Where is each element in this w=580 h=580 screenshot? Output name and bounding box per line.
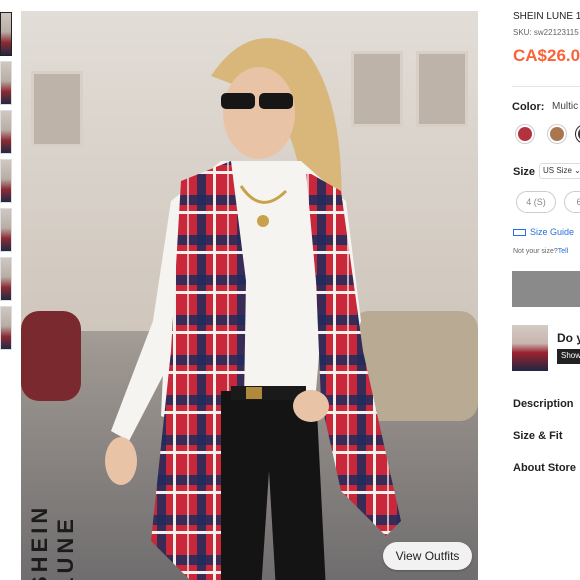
size-guide-label: Size Guide xyxy=(530,227,575,237)
brand-watermark: SHEIN LUNE xyxy=(27,503,78,580)
view-outfits-button[interactable]: View Outfits xyxy=(383,542,472,570)
color-label: Color: xyxy=(512,101,545,113)
chevron-down-icon: ⌄ xyxy=(574,166,580,175)
color-swatch-dark[interactable] xyxy=(576,125,580,143)
ruler-icon xyxy=(513,228,526,236)
size-system-select[interactable]: US Size ⌄ xyxy=(539,163,580,179)
background-window xyxy=(31,71,83,147)
size-option-6[interactable]: 6 xyxy=(564,191,580,213)
main-product-image[interactable]: SHEIN LUNE View Outfits xyxy=(21,11,478,580)
size-option-4s[interactable]: 4 (S) xyxy=(516,191,556,213)
color-swatch-brown[interactable] xyxy=(548,125,566,143)
size-label: Size xyxy=(513,166,536,178)
about-store-section[interactable]: About Store xyxy=(513,462,576,474)
thumbnail-5[interactable] xyxy=(0,208,12,252)
not-your-size-text: Not your size? xyxy=(513,248,558,255)
product-sku: SKU: sw22123115 xyxy=(513,28,579,37)
color-value: Multic xyxy=(552,101,579,112)
size-guide-link[interactable]: Size Guide xyxy=(513,227,574,237)
add-to-cart-button[interactable] xyxy=(512,271,580,307)
not-your-size: Not your size?Tell xyxy=(513,248,568,255)
color-swatch-plaid[interactable] xyxy=(516,125,534,143)
background-car xyxy=(21,311,81,401)
thumbnail-4[interactable] xyxy=(0,159,12,203)
outfit-promo-heading: Do y xyxy=(557,331,580,345)
divider xyxy=(512,86,580,87)
thumbnail-3[interactable] xyxy=(0,110,12,154)
show-outfit-button[interactable]: Show xyxy=(557,349,580,364)
thumbnail-6[interactable] xyxy=(0,257,12,301)
product-info-panel: SHEIN LUNE 1p SKU: sw22123115 CA$26.0 Co… xyxy=(512,0,580,580)
background-window xyxy=(416,51,468,127)
thumbnail-1[interactable] xyxy=(0,12,12,56)
thumbnail-2[interactable] xyxy=(0,61,12,105)
thumbnail-7[interactable] xyxy=(0,306,12,350)
product-price: CA$26.0 xyxy=(513,46,580,65)
size-system-value: US Size xyxy=(543,166,572,175)
model-figure xyxy=(105,38,401,580)
size-fit-section[interactable]: Size & Fit xyxy=(513,430,563,442)
outfit-thumbnail[interactable] xyxy=(512,325,548,371)
product-title: SHEIN LUNE 1p xyxy=(513,11,580,22)
description-section[interactable]: Description xyxy=(513,398,574,410)
tell-us-link[interactable]: Tell xyxy=(558,248,569,255)
